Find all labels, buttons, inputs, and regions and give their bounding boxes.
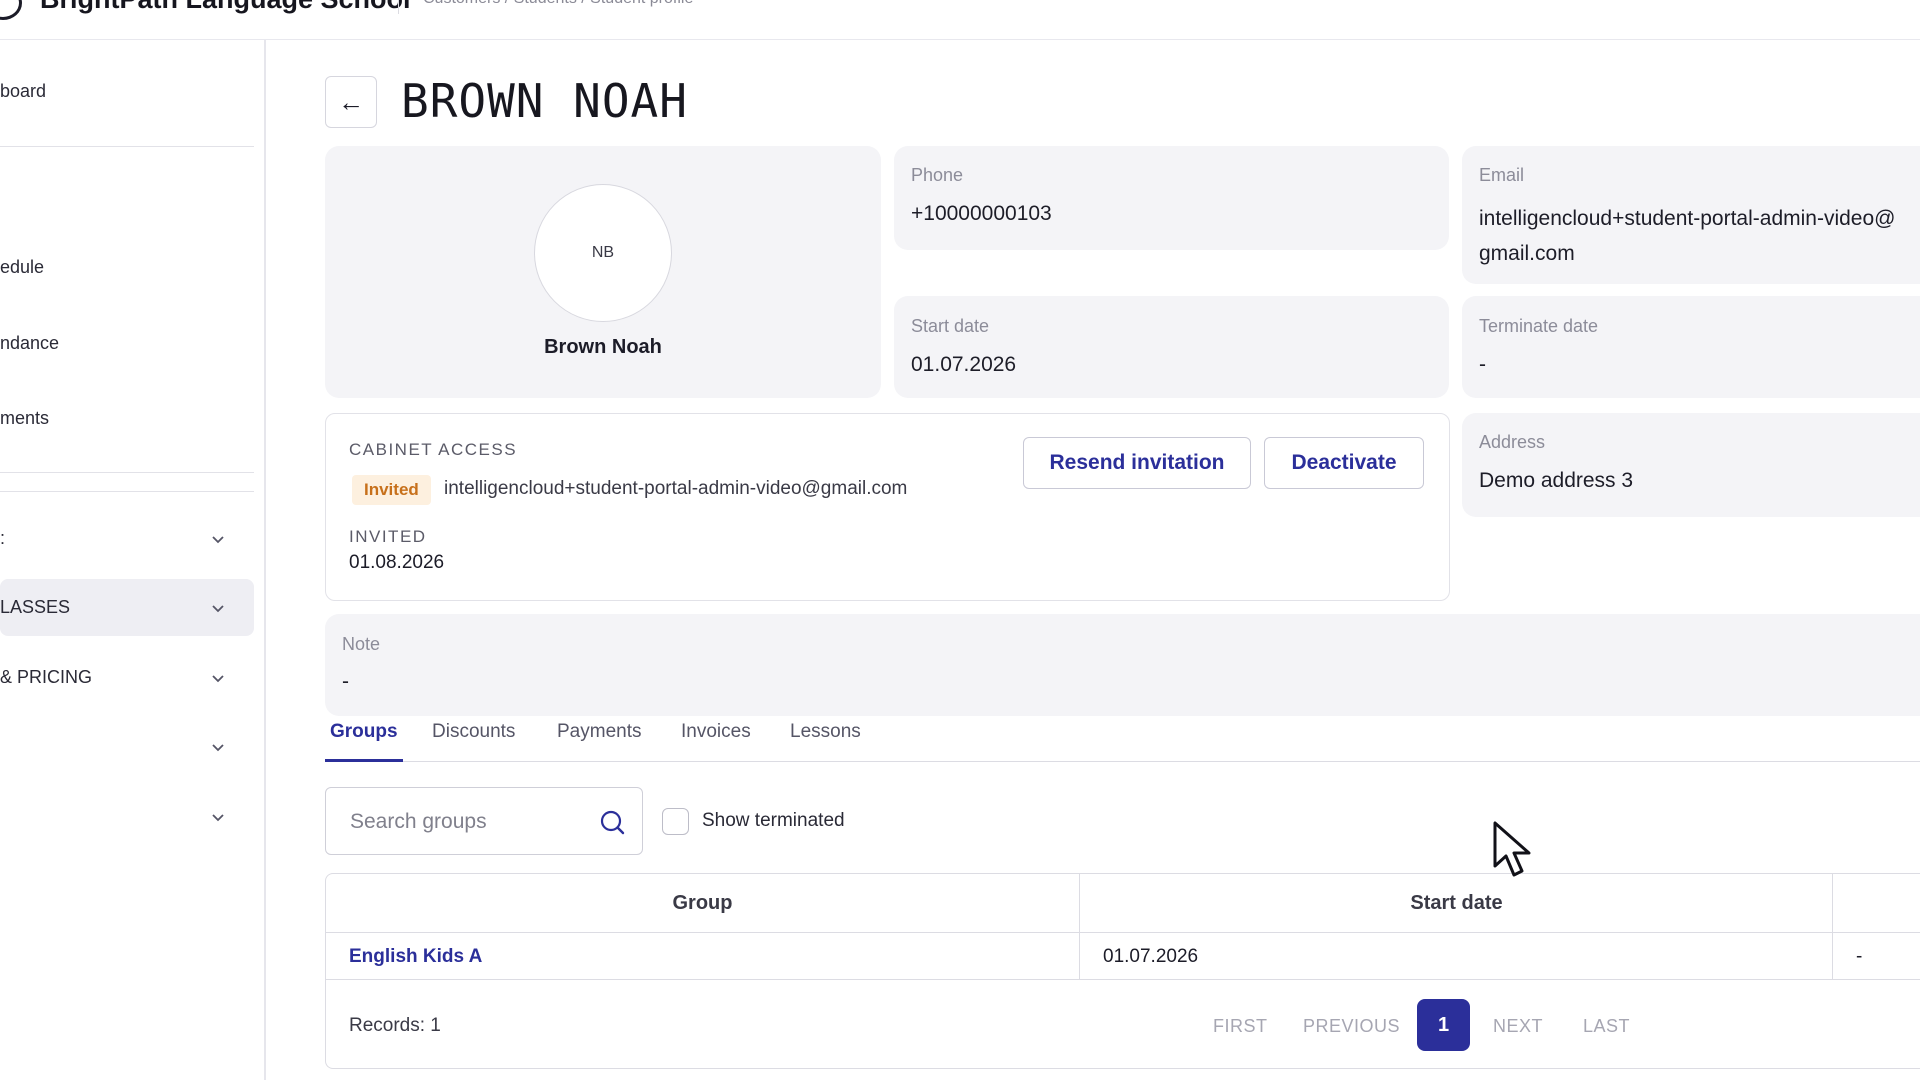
phone-card <box>894 146 1449 250</box>
address-value: Demo address 3 <box>1479 469 1634 492</box>
invited-label: INVITED <box>349 527 427 546</box>
back-button[interactable]: ← <box>325 76 377 128</box>
back-arrow-icon: ← <box>338 86 364 117</box>
tabs-divider <box>325 761 1920 762</box>
chevron-down-icon[interactable] <box>211 532 225 546</box>
table-row-end-date: - <box>1856 946 1863 967</box>
sidebar-divider <box>0 491 254 492</box>
tab-invoices[interactable]: Invoices <box>681 721 751 743</box>
pagination-last[interactable]: LAST <box>1583 1016 1630 1037</box>
sidebar-section-classes[interactable]: LASSES <box>0 597 70 618</box>
tab-payments[interactable]: Payments <box>557 721 641 743</box>
row-divider <box>326 979 1920 980</box>
page-title: BROWN NOAH <box>401 74 688 128</box>
terminate-date-card <box>1462 296 1920 398</box>
tab-groups[interactable]: Groups <box>330 721 398 743</box>
chevron-down-icon[interactable] <box>211 671 225 685</box>
sidebar-item-attendance[interactable]: ndance <box>0 333 59 354</box>
cabinet-access-title: CABINET ACCESS <box>349 440 518 459</box>
row-divider <box>326 932 1920 933</box>
search-box[interactable] <box>325 787 643 856</box>
chevron-down-icon[interactable] <box>211 601 225 615</box>
active-tab-indicator <box>325 759 403 762</box>
sidebar-divider <box>0 472 254 473</box>
pagination-first[interactable]: FIRST <box>1213 1016 1268 1037</box>
sidebar-divider <box>0 146 254 147</box>
column-header-group[interactable]: Group <box>326 892 1079 915</box>
sidebar-section-customers[interactable]: : <box>0 528 5 549</box>
start-date-card <box>894 296 1449 398</box>
phone-value: +10000000103 <box>911 202 1052 225</box>
app-title: BrightPath Language School <box>40 0 411 15</box>
note-value: - <box>342 670 349 693</box>
sidebar-item-schedule[interactable]: edule <box>0 257 44 278</box>
mouse-pointer-icon <box>1493 821 1531 877</box>
address-label: Address <box>1479 432 1546 452</box>
sidebar-item-dashboard[interactable]: board <box>0 81 46 102</box>
avatar-initials: NB <box>591 244 615 261</box>
terminate-date-label: Terminate date <box>1479 316 1599 336</box>
show-terminated-checkbox[interactable] <box>662 808 689 835</box>
search-icon[interactable] <box>599 809 625 835</box>
deactivate-button[interactable]: Deactivate <box>1264 437 1424 489</box>
terminate-date-value: - <box>1479 353 1486 376</box>
invited-date: 01.08.2026 <box>349 552 445 573</box>
sidebar-section-pricing[interactable]: & PRICING <box>0 667 92 688</box>
sidebar <box>0 40 266 1080</box>
column-header-start-date[interactable]: Start date <box>1080 892 1833 915</box>
pagination-previous[interactable]: PREVIOUS <box>1303 1016 1400 1037</box>
column-divider <box>1832 874 1833 979</box>
email-label: Email <box>1479 165 1525 185</box>
cabinet-email: intelligencloud+student-portal-admin-vid… <box>444 478 908 499</box>
status-badge: Invited <box>352 475 431 505</box>
pagination-page-current[interactable]: 1 <box>1417 999 1470 1051</box>
note-card <box>325 614 1920 716</box>
email-value: intelligencloud+student-portal-admin-vid… <box>1479 207 1896 265</box>
records-count: Records: 1 <box>349 1015 441 1036</box>
tab-lessons[interactable]: Lessons <box>790 721 861 743</box>
column-divider <box>1079 874 1080 979</box>
pagination-next[interactable]: NEXT <box>1493 1016 1543 1037</box>
start-date-label: Start date <box>911 316 990 336</box>
breadcrumb: Customers / Students / Student profile <box>423 0 693 8</box>
note-label: Note <box>342 634 381 654</box>
student-name: Brown Noah <box>544 336 662 358</box>
phone-label: Phone <box>911 165 964 185</box>
tab-discounts[interactable]: Discounts <box>432 721 515 743</box>
sidebar-item-payments[interactable]: ments <box>0 408 49 429</box>
table-row-group-link[interactable]: English Kids A <box>349 946 482 968</box>
chevron-down-icon[interactable] <box>211 810 225 824</box>
search-input[interactable] <box>348 788 592 856</box>
show-terminated-label[interactable]: Show terminated <box>702 810 845 832</box>
avatar: NB <box>534 184 672 322</box>
top-divider <box>398 0 399 14</box>
start-date-value: 01.07.2026 <box>911 353 1017 376</box>
address-card <box>1462 413 1920 517</box>
resend-invitation-button[interactable]: Resend invitation <box>1023 437 1251 489</box>
table-row-start-date: 01.07.2026 <box>1103 946 1199 967</box>
chevron-down-icon[interactable] <box>211 740 225 754</box>
